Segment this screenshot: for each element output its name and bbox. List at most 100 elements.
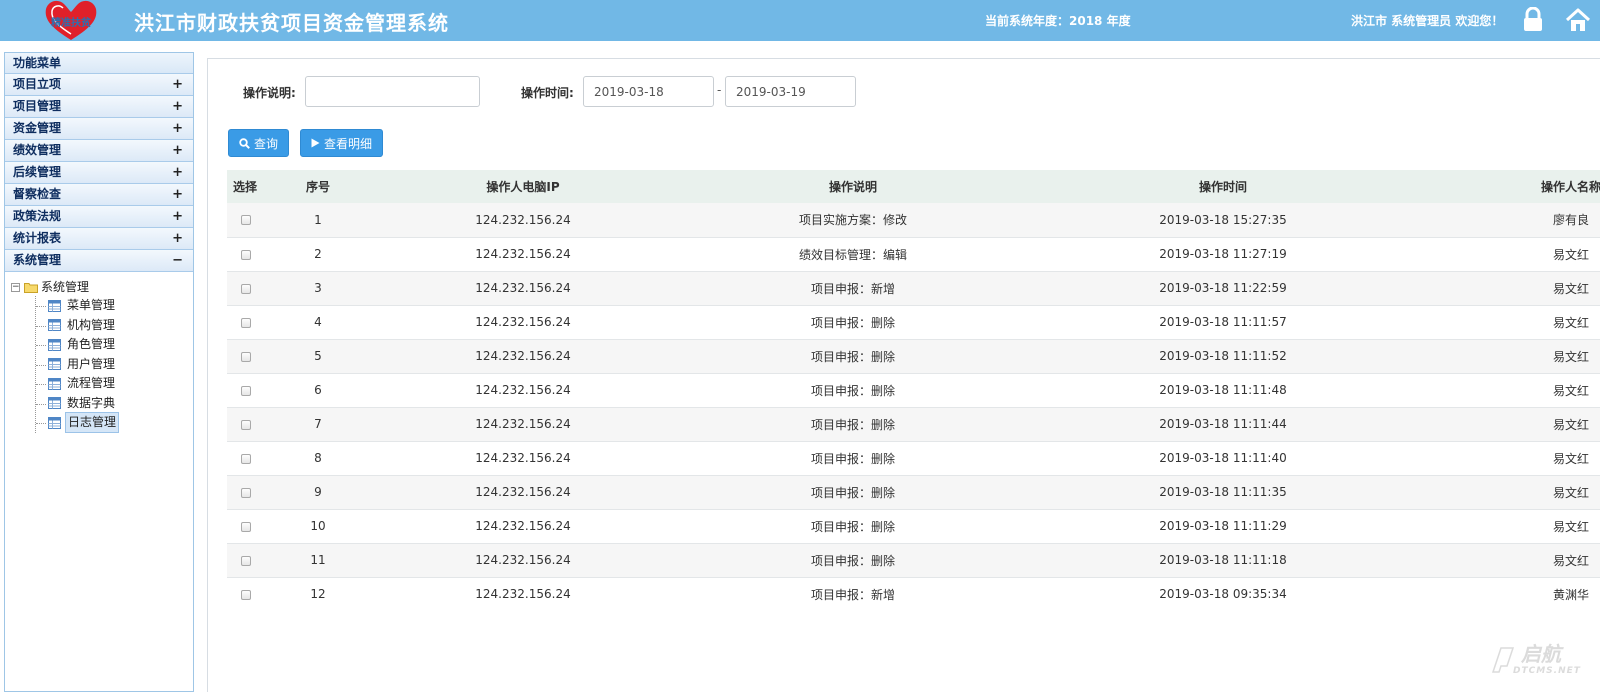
expand-icon: + [172, 165, 183, 180]
row-select-cell [227, 577, 263, 611]
table-row[interactable]: 9 124.232.156.24 项目申报：删除 2019-03-18 11:1… [227, 475, 1600, 510]
row-checkbox[interactable] [241, 521, 251, 532]
tree-item-log-management[interactable]: 日志管理 [36, 412, 193, 434]
table-row[interactable]: 8 124.232.156.24 项目申报：删除 2019-03-18 11:1… [227, 441, 1600, 476]
cell-ip: 124.232.156.24 [373, 543, 673, 578]
date-to-input[interactable] [725, 76, 856, 107]
row-checkbox[interactable] [241, 215, 251, 226]
cell-description: 项目申报：新增 [673, 271, 1033, 306]
sidebar-item-label: 后续管理 [13, 165, 62, 179]
play-icon [311, 138, 320, 148]
date-separator: - [717, 83, 722, 97]
tree-root-system-management[interactable]: − 系统管理 [11, 278, 193, 296]
table-row[interactable]: 6 124.232.156.24 项目申报：删除 2019-03-18 11:1… [227, 373, 1600, 408]
tree-item-menu-management[interactable]: 菜单管理 [36, 296, 193, 316]
row-select-cell [227, 475, 263, 510]
date-from-input[interactable] [583, 76, 714, 107]
table-row[interactable]: 10 124.232.156.24 项目申报：删除 2019-03-18 11:… [227, 509, 1600, 544]
sidebar-item-project-management[interactable]: 项目管理 + [5, 96, 193, 118]
tree-item-data-dictionary[interactable]: 数据字典 [36, 394, 193, 414]
row-select-cell [227, 305, 263, 340]
cell-index: 9 [263, 475, 373, 510]
row-select-cell [227, 339, 263, 374]
table-row[interactable]: 4 124.232.156.24 项目申报：删除 2019-03-18 11:1… [227, 305, 1600, 340]
table-row[interactable]: 12 124.232.156.24 项目申报：新增 2019-03-18 09:… [227, 577, 1600, 611]
row-select-cell [227, 237, 263, 272]
row-checkbox[interactable] [241, 487, 251, 498]
tree-item-user-management[interactable]: 用户管理 [36, 355, 193, 375]
cell-time: 2019-03-18 11:11:18 [1033, 543, 1413, 578]
cell-description: 项目申报：删除 [673, 475, 1033, 510]
row-checkbox[interactable] [241, 249, 251, 260]
table-row[interactable]: 5 124.232.156.24 项目申报：删除 2019-03-18 11:1… [227, 339, 1600, 374]
cell-time: 2019-03-18 11:11:29 [1033, 509, 1413, 544]
row-checkbox[interactable] [241, 453, 251, 464]
expand-icon: + [172, 231, 183, 246]
cell-index: 2 [263, 237, 373, 272]
desc-filter-label: 操作说明: [243, 86, 296, 100]
watermark-site: DTCMS.NET [1513, 666, 1581, 676]
tree-item-org-management[interactable]: 机构管理 [36, 316, 193, 336]
sidebar-item-fund-management[interactable]: 资金管理 + [5, 118, 193, 140]
row-checkbox[interactable] [241, 419, 251, 430]
table-row[interactable]: 1 124.232.156.24 项目实施方案：修改 2019-03-18 15… [227, 203, 1600, 238]
sidebar-item-system-management[interactable]: 系统管理 − [5, 250, 193, 272]
row-checkbox[interactable] [241, 555, 251, 566]
cell-time: 2019-03-18 11:11:48 [1033, 373, 1413, 408]
cell-time: 2019-03-18 11:11:35 [1033, 475, 1413, 510]
sidebar-item-label: 统计报表 [13, 231, 62, 245]
tree-collapse-icon[interactable]: − [11, 282, 20, 292]
sidebar-item-inspection[interactable]: 督察检查 + [5, 184, 193, 206]
sidebar-item-reports[interactable]: 统计报表 + [5, 228, 193, 250]
row-select-cell [227, 509, 263, 544]
expand-icon: + [172, 143, 183, 158]
sidebar-item-policies[interactable]: 政策法规 + [5, 206, 193, 228]
row-checkbox[interactable] [241, 589, 251, 600]
cell-ip: 124.232.156.24 [373, 237, 673, 272]
cell-time: 2019-03-18 11:27:19 [1033, 237, 1413, 272]
sidebar-item-performance-management[interactable]: 绩效管理 + [5, 140, 193, 162]
watermark: 启航 DTCMS.NET [1487, 640, 1591, 684]
sidebar-item-project-setup[interactable]: 项目立项 + [5, 74, 193, 96]
table-row[interactable]: 11 124.232.156.24 项目申报：删除 2019-03-18 11:… [227, 543, 1600, 578]
tree-item-label: 数据字典 [67, 395, 116, 410]
cell-index: 5 [263, 339, 373, 374]
lock-icon[interactable] [1521, 6, 1547, 33]
view-detail-button[interactable]: 查看明细 [300, 129, 383, 157]
cell-operator: 易文红 [1413, 237, 1600, 272]
row-select-cell [227, 441, 263, 476]
table-page-icon [48, 358, 61, 371]
expand-icon: + [172, 99, 183, 114]
row-checkbox[interactable] [241, 283, 251, 294]
tree-item-role-management[interactable]: 角色管理 [36, 335, 193, 355]
cell-index: 7 [263, 407, 373, 442]
collapse-icon: − [172, 253, 183, 268]
logo-text: 精准扶贫 [51, 18, 91, 29]
cell-operator: 易文红 [1413, 373, 1600, 408]
sidebar-item-label: 资金管理 [13, 121, 62, 135]
row-checkbox[interactable] [241, 385, 251, 396]
table-page-icon [48, 299, 61, 312]
table-row[interactable]: 2 124.232.156.24 绩效目标管理：编辑 2019-03-18 11… [227, 237, 1600, 272]
row-checkbox[interactable] [241, 351, 251, 362]
row-checkbox[interactable] [241, 317, 251, 328]
query-button[interactable]: 查询 [228, 129, 289, 157]
tree-root-label: 系统管理 [41, 280, 90, 294]
desc-filter-input[interactable] [305, 76, 480, 107]
cell-operator: 易文红 [1413, 305, 1600, 340]
cell-index: 11 [263, 543, 373, 578]
table-row[interactable]: 3 124.232.156.24 项目申报：新增 2019-03-18 11:2… [227, 271, 1600, 306]
column-header-description: 操作说明 [673, 170, 1033, 203]
table-row[interactable]: 7 124.232.156.24 项目申报：删除 2019-03-18 11:1… [227, 407, 1600, 442]
expand-icon: + [172, 121, 183, 136]
home-icon[interactable] [1565, 7, 1591, 33]
row-select-cell [227, 407, 263, 442]
cell-index: 6 [263, 373, 373, 408]
logo: 精准扶贫 [42, 0, 100, 41]
cell-time: 2019-03-18 11:22:59 [1033, 271, 1413, 306]
tree-item-workflow-management[interactable]: 流程管理 [36, 374, 193, 394]
sidebar-item-followup-management[interactable]: 后续管理 + [5, 162, 193, 184]
sidebar-item-label: 政策法规 [13, 209, 62, 223]
cell-ip: 124.232.156.24 [373, 577, 673, 611]
cell-ip: 124.232.156.24 [373, 305, 673, 340]
